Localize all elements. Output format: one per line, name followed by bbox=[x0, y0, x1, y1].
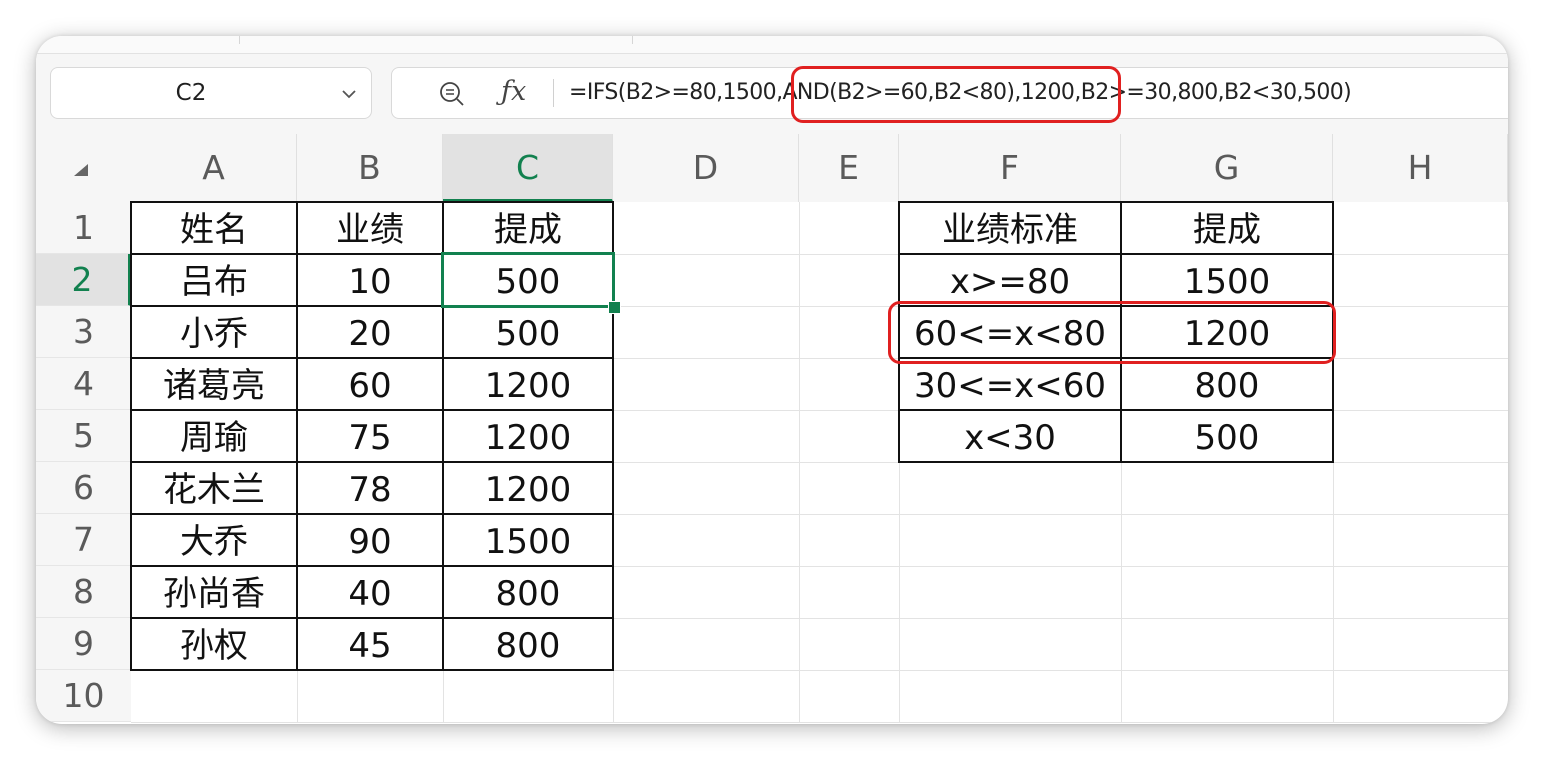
table-cell[interactable]: 1200 bbox=[443, 464, 613, 516]
table-header-cell[interactable]: 姓名 bbox=[131, 204, 297, 256]
fill-handle[interactable] bbox=[608, 301, 621, 314]
criteria-cell[interactable]: 30<=x<60 bbox=[899, 360, 1121, 412]
sheet-grid[interactable]: A B C D E F G H 1 2 3 4 5 6 7 8 9 10 姓名 业绩 提成 吕布 10 500 小乔 20 500 诸… bbox=[36, 134, 1508, 724]
fx-icon[interactable]: ƒx bbox=[501, 74, 526, 110]
row-header-5[interactable]: 5 bbox=[36, 410, 131, 462]
criteria-highlight-box bbox=[888, 301, 1336, 364]
row-header-2[interactable]: 2 bbox=[36, 254, 131, 306]
criteria-table-border-h bbox=[898, 461, 1334, 463]
main-table-border-v bbox=[130, 202, 132, 671]
main-table-border-h bbox=[130, 513, 614, 515]
table-cell[interactable]: 吕布 bbox=[131, 256, 297, 308]
table-cell[interactable]: 诸葛亮 bbox=[131, 360, 297, 412]
table-cell[interactable]: 孙权 bbox=[131, 620, 297, 672]
spreadsheet-window: C2 ƒx =IFS(B2>=80,1500,AND(B2>=60,B2<80)… bbox=[36, 36, 1508, 724]
table-cell[interactable]: 大乔 bbox=[131, 516, 297, 568]
criteria-cell[interactable]: x<30 bbox=[899, 412, 1121, 464]
main-table-border-h bbox=[130, 201, 614, 203]
main-table-border-h bbox=[130, 617, 614, 619]
table-cell[interactable]: 1200 bbox=[443, 412, 613, 464]
criteria-header-cell[interactable]: 业绩标准 bbox=[899, 204, 1121, 256]
table-cell[interactable]: 10 bbox=[297, 256, 443, 308]
main-table-border-h bbox=[130, 357, 614, 359]
main-table-border-h bbox=[130, 461, 614, 463]
row-header-8[interactable]: 8 bbox=[36, 566, 131, 618]
main-table-border-v bbox=[296, 202, 298, 671]
main-table-border-h bbox=[130, 669, 614, 671]
formula-area: C2 ƒx =IFS(B2>=80,1500,AND(B2>=60,B2<80)… bbox=[36, 54, 1508, 134]
column-header-H[interactable]: H bbox=[1333, 134, 1508, 202]
column-header-G[interactable]: G bbox=[1121, 134, 1333, 202]
table-cell[interactable]: 1200 bbox=[443, 360, 613, 412]
table-cell[interactable]: 60 bbox=[297, 360, 443, 412]
chevron-down-icon[interactable] bbox=[341, 86, 357, 105]
table-cell[interactable]: 周瑜 bbox=[131, 412, 297, 464]
selected-cell-outline bbox=[441, 252, 615, 308]
toolbar-divider bbox=[239, 36, 240, 44]
table-cell[interactable]: 孙尚香 bbox=[131, 568, 297, 620]
name-box[interactable]: C2 bbox=[50, 67, 372, 119]
toolbar-strip bbox=[36, 36, 1508, 54]
table-cell[interactable]: 500 bbox=[443, 308, 613, 360]
column-header-C[interactable]: C bbox=[443, 134, 613, 202]
criteria-table-border-h bbox=[898, 201, 1334, 203]
table-cell[interactable]: 800 bbox=[443, 620, 613, 672]
criteria-table-border-h bbox=[898, 409, 1334, 411]
table-cell[interactable]: 45 bbox=[297, 620, 443, 672]
criteria-table-border-h bbox=[898, 253, 1334, 255]
table-cell[interactable]: 小乔 bbox=[131, 308, 297, 360]
row-header-1[interactable]: 1 bbox=[36, 202, 131, 254]
table-cell[interactable]: 800 bbox=[443, 568, 613, 620]
zoom-icon[interactable] bbox=[438, 80, 466, 112]
table-cell[interactable]: 花木兰 bbox=[131, 464, 297, 516]
criteria-header-cell[interactable]: 提成 bbox=[1121, 204, 1333, 256]
table-cell[interactable]: 1500 bbox=[443, 516, 613, 568]
column-header-F[interactable]: F bbox=[899, 134, 1121, 202]
row-header-10[interactable]: 10 bbox=[36, 670, 131, 722]
table-header-cell[interactable]: 提成 bbox=[443, 204, 613, 256]
select-all-icon[interactable] bbox=[70, 162, 90, 178]
row-header-6[interactable]: 6 bbox=[36, 462, 131, 514]
table-cell[interactable]: 20 bbox=[297, 308, 443, 360]
formula-highlight-box bbox=[791, 66, 1121, 123]
column-header-A[interactable]: A bbox=[131, 134, 297, 202]
main-table-border-h bbox=[130, 565, 614, 567]
table-cell[interactable]: 90 bbox=[297, 516, 443, 568]
criteria-cell[interactable]: 500 bbox=[1121, 412, 1333, 464]
table-cell[interactable]: 78 bbox=[297, 464, 443, 516]
criteria-cell[interactable]: 800 bbox=[1121, 360, 1333, 412]
column-header-D[interactable]: D bbox=[613, 134, 799, 202]
column-header-E[interactable]: E bbox=[799, 134, 899, 202]
column-header-B[interactable]: B bbox=[297, 134, 443, 202]
table-cell[interactable]: 75 bbox=[297, 412, 443, 464]
row-header-3[interactable]: 3 bbox=[36, 306, 131, 358]
row-header-9[interactable]: 9 bbox=[36, 618, 131, 670]
gridline-horizontal bbox=[131, 722, 1508, 723]
toolbar-divider bbox=[632, 36, 633, 44]
select-all-corner[interactable] bbox=[36, 134, 131, 202]
formula-separator bbox=[553, 79, 554, 107]
name-box-value[interactable]: C2 bbox=[51, 68, 331, 118]
row-header-7[interactable]: 7 bbox=[36, 514, 131, 566]
main-table-border-h bbox=[130, 409, 614, 411]
table-header-cell[interactable]: 业绩 bbox=[297, 204, 443, 256]
table-cell[interactable]: 40 bbox=[297, 568, 443, 620]
row-header-4[interactable]: 4 bbox=[36, 358, 131, 410]
